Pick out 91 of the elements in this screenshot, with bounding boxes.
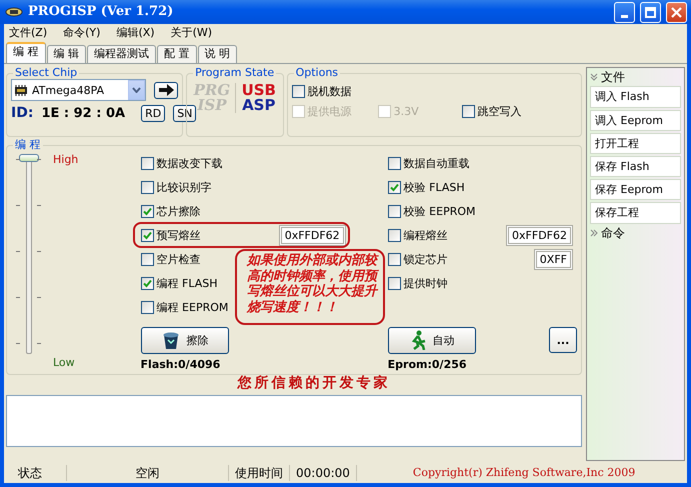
status-label: 状态: [4, 464, 67, 482]
maximize-button[interactable]: [640, 2, 661, 22]
tab[interactable]: 说 明: [198, 45, 237, 63]
tab[interactable]: 编 程: [6, 42, 46, 63]
minimize-icon: [621, 14, 628, 18]
chevron-down-icon: [132, 87, 142, 94]
more-button[interactable]: ...: [549, 327, 577, 354]
maximize-icon: [645, 6, 656, 18]
checkbox[interactable]: [140, 156, 154, 170]
id-label: ID:: [11, 105, 34, 122]
checkbox-label: 3.3V: [394, 104, 419, 118]
menu-item[interactable]: 关于(W): [170, 26, 212, 39]
sidebar-item[interactable]: 保存工程: [590, 202, 681, 224]
checkbox-label: 数据改变下载: [156, 156, 223, 170]
chip-id: 1E : 92 : 0A: [41, 106, 126, 122]
group-title: 编 程: [14, 139, 42, 152]
checkbox-label: 提供电源: [308, 104, 352, 118]
trash-can-icon: [160, 330, 181, 350]
slogan-text: 您所信赖的开发专家: [236, 375, 392, 394]
auto-button[interactable]: 自动: [388, 326, 476, 354]
checkbox[interactable]: [388, 276, 401, 290]
status-label: 使用时间: [234, 464, 284, 482]
checkbox-label: 跳空写入: [478, 104, 522, 118]
menu-item[interactable]: 编辑(X): [116, 26, 155, 39]
checkbox-label: 锁定芯片: [404, 252, 448, 266]
close-icon: [671, 6, 682, 18]
checkbox-label: 编程熔丝: [404, 228, 448, 242]
checkbox[interactable]: [388, 204, 401, 218]
sidebar-item[interactable]: 调入 Flash: [590, 86, 681, 108]
group-title: Options: [294, 67, 340, 80]
sidebar-item[interactable]: 调入 Eeprom: [590, 110, 681, 131]
window-title: PROGISP (Ver 1.72): [28, 4, 174, 20]
checkbox[interactable]: [462, 104, 475, 118]
checkbox-label: 编程 EEPROM: [156, 300, 228, 314]
checkbox[interactable]: [140, 252, 154, 266]
chevron-right-icon: [590, 228, 598, 237]
checkbox-label: 预写熔丝: [156, 228, 201, 242]
log-area[interactable]: [6, 395, 582, 448]
status-value: 空闲: [67, 464, 229, 482]
group-title: Select Chip: [14, 67, 78, 80]
sidebar-item[interactable]: 打开工程: [590, 132, 681, 154]
checkbox-label: 空片检查: [156, 252, 201, 266]
checkbox[interactable]: [140, 180, 154, 194]
value-field[interactable]: 0xFFDF62: [506, 224, 573, 246]
sidebar-section[interactable]: 文件: [590, 70, 681, 84]
checkbox[interactable]: [140, 228, 154, 242]
counter-text: Eprom:0/256: [388, 358, 468, 372]
minimize-button[interactable]: [614, 2, 635, 22]
menu-item[interactable]: 命令(Y): [63, 26, 100, 39]
close-button[interactable]: [666, 2, 687, 22]
checkbox-label: 编程 FLASH: [156, 276, 218, 290]
copyright-text: Copyright(r) Zhifeng Software,Inc 2009: [412, 465, 636, 481]
chevron-down-icon: [590, 73, 598, 82]
checkbox[interactable]: [140, 204, 154, 218]
tab[interactable]: 编程器测试: [87, 45, 156, 63]
checkbox-label: 数据自动重载: [404, 156, 470, 170]
speed-label: Low: [53, 356, 75, 370]
checkbox[interactable]: [388, 180, 401, 194]
speed-label: High: [53, 153, 78, 166]
checkbox[interactable]: [388, 156, 401, 170]
checkbox-label: 比较识别字: [156, 180, 212, 194]
checkbox-label: 提供时钟: [404, 276, 448, 290]
arrow-right-icon: [158, 84, 174, 96]
checkbox-label: 芯片擦除: [156, 204, 201, 218]
checkbox-label: 脱机数据: [308, 84, 352, 98]
slider-thumb[interactable]: [19, 154, 39, 162]
speed-slider[interactable]: [19, 154, 41, 354]
annotation-callout: 如果使用外部或内部较高的时钟频率，使用预写熔丝位可以大大提升烧写速度！！！: [235, 249, 385, 326]
checkbox-label: 校验 FLASH: [404, 180, 465, 194]
menu-item[interactable]: 文件(Z): [9, 26, 48, 39]
checkbox[interactable]: [388, 252, 401, 266]
elapsed-time: 00:00:00: [289, 464, 357, 482]
sidebar-item[interactable]: 保存 Eeprom: [590, 179, 681, 200]
checkbox[interactable]: [388, 228, 401, 242]
chip-dropdown[interactable]: ATmega48PA: [11, 79, 146, 102]
group-title: Program State: [194, 67, 276, 80]
sidebar-item[interactable]: 保存 Flash: [590, 156, 681, 178]
checkbox[interactable]: [292, 84, 305, 98]
value-field[interactable]: 0XFF: [534, 248, 573, 270]
counter-text: Flash:0/4096: [140, 358, 222, 372]
checkbox[interactable]: [140, 300, 154, 314]
go-button[interactable]: [154, 82, 178, 99]
id-button[interactable]: RD: [141, 105, 166, 122]
checkbox[interactable]: [140, 276, 154, 290]
tab[interactable]: 编 辑: [46, 45, 86, 63]
sidebar-section[interactable]: 命令: [590, 226, 681, 240]
usb-logo: USB ASP: [242, 83, 276, 114]
value-field[interactable]: 0xFFDF62: [278, 224, 346, 246]
tab[interactable]: 配 置: [157, 45, 196, 63]
erase-button[interactable]: 擦除: [140, 326, 229, 354]
checkbox-label: 校验 EEPROM: [404, 204, 476, 218]
